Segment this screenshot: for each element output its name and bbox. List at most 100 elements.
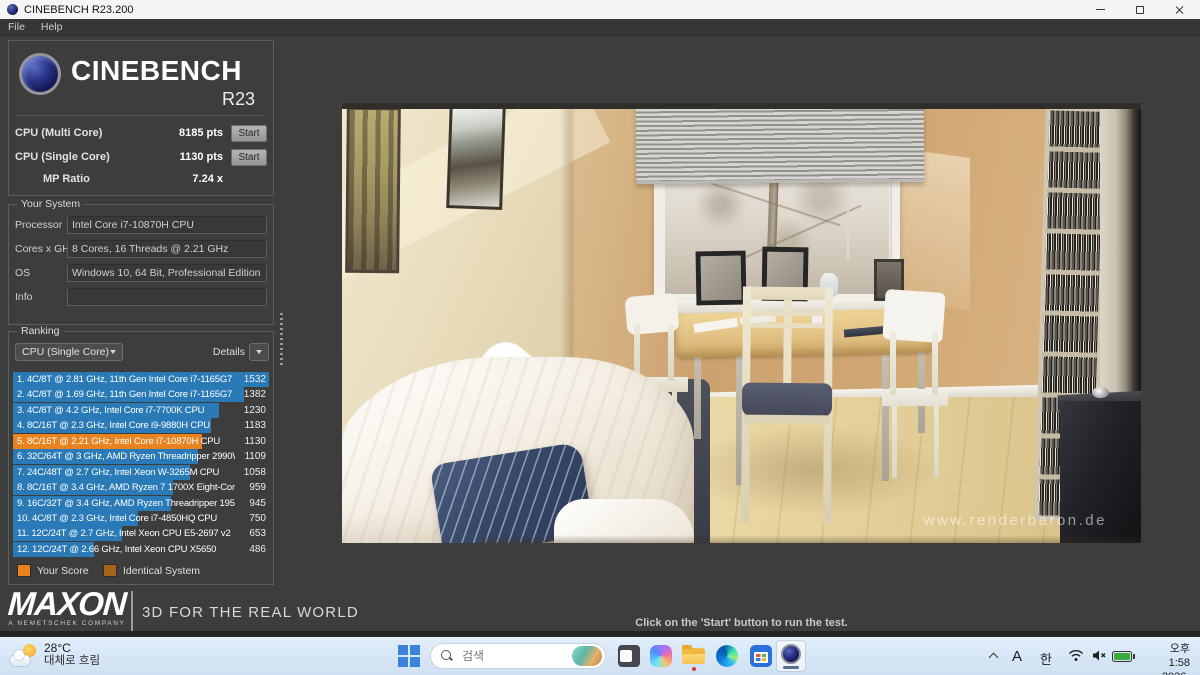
- cinebench-taskbar-button[interactable]: [776, 640, 806, 672]
- scene-painting-left: [345, 106, 401, 274]
- active-app-indicator: [783, 666, 799, 669]
- panel-resize-handle[interactable]: [280, 313, 283, 367]
- divider: [17, 115, 265, 116]
- taskbar-clock[interactable]: 오후 1:58 2026-04-19: [1162, 642, 1190, 675]
- single-core-label: CPU (Single Core): [15, 151, 110, 163]
- maxon-logo: MAXON A NEMETSCHEK COMPANY: [7, 585, 127, 627]
- battery-icon[interactable]: [1112, 651, 1135, 662]
- ranking-row-score: 1532: [243, 374, 266, 385]
- details-label: Details: [212, 346, 245, 358]
- ranking-panel: Ranking CPU (Single Core) Details 1. 4C/…: [8, 325, 274, 585]
- ranking-row-score: 1109: [244, 451, 266, 463]
- scene-chair-body: [882, 331, 948, 481]
- info-label: Info: [15, 291, 33, 303]
- scene-painting-right: [446, 103, 506, 210]
- volume-muted-icon[interactable]: [1092, 649, 1107, 667]
- ranking-row[interactable]: 10. 4C/8T @ 2.3 GHz, Intel Core i7-4850H…: [13, 510, 269, 526]
- ranking-row-label: 2. 4C/8T @ 1.69 GHz, 11th Gen Intel Core…: [17, 389, 235, 401]
- ranking-row[interactable]: 5. 8C/16T @ 2.21 GHz, Intel Core i7-1087…: [13, 433, 269, 449]
- start-menu-button[interactable]: [398, 645, 420, 667]
- weather-temperature: 28°C: [44, 641, 71, 655]
- system-row-processor: Processor: [15, 216, 267, 234]
- ranking-list: 1. 4C/8T @ 2.81 GHz, 11th Gen Intel Core…: [13, 372, 269, 557]
- tray-overflow-chevron-icon[interactable]: [990, 652, 998, 660]
- ranking-row-score: 750: [249, 512, 266, 524]
- partly-cloudy-icon: [10, 642, 38, 668]
- edge-browser-button[interactable]: [716, 645, 738, 667]
- legend-identical-system-label: Identical System: [123, 565, 201, 577]
- scene-photo-frame: [695, 250, 747, 306]
- search-icon: [441, 650, 453, 662]
- os-label: OS: [15, 267, 31, 279]
- ranking-row[interactable]: 3. 4C/8T @ 4.2 GHz, Intel Core i7-7700K …: [13, 402, 269, 418]
- ranking-row-score: 486: [249, 543, 266, 555]
- scene-paper: [693, 317, 739, 333]
- footer-tagline: 3D FOR THE REAL WORLD: [142, 604, 359, 621]
- ranking-row-score: 1382: [243, 389, 266, 401]
- restore-button[interactable]: [1120, 0, 1160, 19]
- ranking-row-label: 7. 24C/48T @ 2.7 GHz, Intel Xeon W-3265M…: [17, 466, 220, 478]
- scene-chair-right: [882, 288, 948, 481]
- scene-chair-cushion: [741, 382, 833, 418]
- weather-condition: 대체로 흐림: [44, 655, 101, 667]
- ranking-row[interactable]: 4. 8C/16T @ 2.3 GHz, Intel Core i9-9880H…: [13, 418, 269, 434]
- menu-help[interactable]: Help: [33, 21, 71, 33]
- chevron-down-icon: [256, 350, 262, 354]
- ranking-row-label: 4. 8C/16T @ 2.3 GHz, Intel Core i9-9880H…: [17, 420, 210, 432]
- multi-core-start-button[interactable]: Start: [231, 125, 267, 142]
- details-select[interactable]: [249, 343, 269, 361]
- taskbar-search[interactable]: [430, 643, 606, 669]
- ranking-row[interactable]: 2. 4C/8T @ 1.69 GHz, 11th Gen Intel Core…: [13, 387, 269, 403]
- mp-ratio-label: MP Ratio: [43, 173, 90, 185]
- ranking-row[interactable]: 1. 4C/8T @ 2.81 GHz, 11th Gen Intel Core…: [13, 372, 269, 387]
- scene-ceiling-edge: [342, 103, 1141, 109]
- ranking-row-score: 653: [249, 528, 266, 540]
- menu-file[interactable]: File: [0, 21, 33, 33]
- ranking-row[interactable]: 11. 12C/24T @ 2.7 GHz, Intel Xeon CPU E5…: [13, 526, 269, 542]
- window-controls: [1080, 0, 1200, 19]
- os-field[interactable]: [67, 264, 267, 282]
- ranking-row[interactable]: 6. 32C/64T @ 3 GHz, AMD Ryzen Threadripp…: [13, 449, 269, 465]
- task-view-button[interactable]: [618, 645, 640, 667]
- ranking-row-label: 1. 4C/8T @ 2.81 GHz, 11th Gen Intel Core…: [17, 374, 235, 385]
- info-field[interactable]: [67, 288, 267, 306]
- notification-dot: [692, 667, 696, 671]
- ranking-row[interactable]: 8. 8C/16T @ 3.4 GHz, AMD Ryzen 7 1700X E…: [13, 480, 269, 496]
- search-input[interactable]: [460, 648, 572, 664]
- your-system-title: Your System: [17, 198, 85, 210]
- ranking-row-label: 9. 16C/32T @ 3.4 GHz, AMD Ryzen Threadri…: [17, 497, 235, 509]
- system-row-cores: Cores x GHz: [15, 240, 267, 258]
- status-message: Click on the 'Start' button to run the t…: [635, 617, 848, 629]
- processor-label: Processor: [15, 219, 63, 231]
- microsoft-store-button[interactable]: [750, 645, 772, 667]
- main-area: CINEBENCH R23 CPU (Multi Core) 8185 pts …: [0, 36, 1200, 637]
- multi-core-label: CPU (Multi Core): [15, 127, 103, 139]
- taskbar-weather-widget[interactable]: 28°C 대체로 흐림: [10, 641, 100, 668]
- window-title: CINEBENCH R23.200: [24, 3, 134, 16]
- processor-field[interactable]: [67, 216, 267, 234]
- ranking-title: Ranking: [17, 325, 64, 337]
- cores-field[interactable]: [67, 240, 267, 258]
- wifi-icon[interactable]: [1068, 649, 1084, 667]
- scene-blind-cord: [847, 179, 849, 259]
- mp-ratio-value: 7.24 x: [192, 173, 223, 185]
- ranking-row-label: 12. 12C/24T @ 2.66 GHz, Intel Xeon CPU X…: [17, 543, 217, 555]
- ranking-row[interactable]: 9. 16C/32T @ 3.4 GHz, AMD Ryzen Threadri…: [13, 495, 269, 511]
- clock-date: 2026-04-19: [1162, 670, 1190, 675]
- legend-swatch-your-score: [17, 564, 31, 577]
- ime-latin-indicator[interactable]: A: [1012, 648, 1022, 665]
- score-row-mp-ratio: MP Ratio 7.24 x: [15, 171, 269, 189]
- single-core-start-button[interactable]: Start: [231, 149, 267, 166]
- ranking-row[interactable]: 7. 24C/48T @ 2.7 GHz, Intel Xeon W-3265M…: [13, 464, 269, 480]
- chevron-down-icon: [110, 350, 116, 354]
- copilot-button[interactable]: [650, 645, 672, 667]
- close-button[interactable]: [1160, 0, 1200, 19]
- clock-time: 오후 1:58: [1168, 643, 1190, 669]
- scene-venetian-blinds: [635, 103, 925, 185]
- file-explorer-button[interactable]: [682, 645, 705, 664]
- ime-korean-indicator[interactable]: 한: [1040, 649, 1052, 668]
- ranking-row[interactable]: 12. 12C/24T @ 2.66 GHz, Intel Xeon CPU X…: [13, 541, 269, 557]
- ranking-filter-select[interactable]: CPU (Single Core): [15, 343, 123, 361]
- scene-speaker-knob: [1092, 387, 1109, 398]
- minimize-button[interactable]: [1080, 0, 1120, 19]
